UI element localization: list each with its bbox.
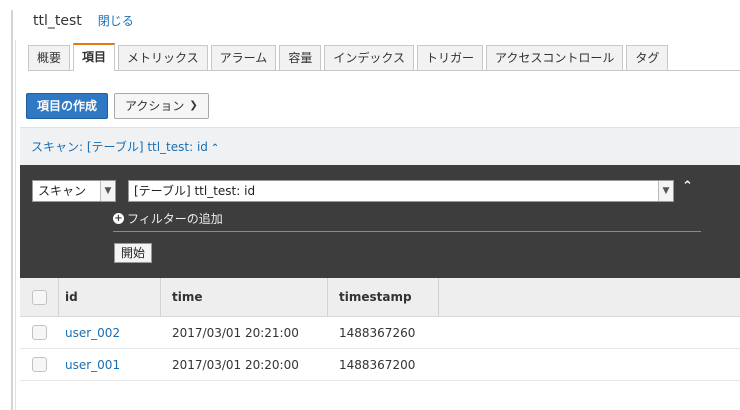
scan-header: スキャン: [テーブル] ttl_test: id ⌃ bbox=[20, 127, 740, 165]
plus-circle-icon: + bbox=[113, 213, 124, 224]
scan-target-select[interactable]: [テーブル] ttl_test: id ▼ bbox=[128, 180, 674, 202]
tab-overview[interactable]: 概要 bbox=[28, 45, 71, 71]
scan-toggle-label: スキャン: [テーブル] ttl_test: id bbox=[31, 140, 208, 154]
table-header: id time timestamp bbox=[20, 278, 740, 317]
column-header-id[interactable]: id bbox=[65, 290, 78, 304]
chevron-down-icon: ❯ bbox=[189, 100, 198, 111]
tab-capacity[interactable]: 容量 bbox=[279, 45, 322, 71]
toolbar: 項目の作成 アクション ❯ bbox=[26, 93, 209, 119]
actions-button[interactable]: アクション ❯ bbox=[114, 93, 209, 119]
item-timestamp: 1488367200 bbox=[339, 357, 416, 372]
column-divider bbox=[438, 278, 439, 317]
dropdown-arrow-icon: ▼ bbox=[658, 181, 673, 201]
dropdown-arrow-icon: ▼ bbox=[100, 181, 115, 201]
table-title: ttl_test bbox=[33, 13, 82, 29]
row-checkbox[interactable] bbox=[32, 325, 47, 340]
tab-indexes[interactable]: インデックス bbox=[324, 45, 414, 71]
item-id-link[interactable]: user_002 bbox=[65, 326, 120, 340]
scan-panel: スキャン ▼ [テーブル] ttl_test: id ▼ ⌃ + フィルターの追… bbox=[20, 165, 740, 278]
tab-triggers[interactable]: トリガー bbox=[416, 45, 483, 71]
select-all-checkbox[interactable] bbox=[32, 290, 47, 305]
scan-target-value: [テーブル] ttl_test: id bbox=[134, 184, 256, 198]
column-divider bbox=[58, 278, 59, 317]
tab-tags[interactable]: タグ bbox=[626, 45, 669, 71]
row-checkbox[interactable] bbox=[32, 357, 47, 372]
column-divider bbox=[160, 278, 161, 317]
scan-mode-value: スキャン bbox=[38, 184, 87, 198]
tabs-divider bbox=[28, 70, 740, 71]
close-link[interactable]: 閉じる bbox=[98, 12, 134, 29]
column-divider bbox=[327, 278, 328, 317]
create-item-button[interactable]: 項目の作成 bbox=[26, 93, 109, 119]
tab-bar: 概要 項目 メトリックス アラーム 容量 インデックス トリガー アクセスコント… bbox=[28, 43, 671, 71]
items-table: id time timestamp user_002 2017/03/01 20… bbox=[20, 278, 740, 381]
panel-divider bbox=[113, 231, 701, 232]
add-filter-link[interactable]: + フィルターの追加 bbox=[113, 210, 223, 227]
tab-alarms[interactable]: アラーム bbox=[210, 45, 277, 71]
title-row: ttl_test 閉じる bbox=[33, 12, 134, 32]
start-scan-button[interactable]: 開始 bbox=[114, 243, 153, 263]
column-header-time[interactable]: time bbox=[172, 290, 203, 304]
tab-access-control[interactable]: アクセスコントロール bbox=[485, 45, 624, 71]
scan-mode-select[interactable]: スキャン ▼ bbox=[32, 180, 116, 202]
dynamodb-items-page: ttl_test 閉じる 概要 項目 メトリックス アラーム 容量 インデックス… bbox=[0, 0, 740, 410]
left-inner-border bbox=[15, 40, 16, 410]
left-border bbox=[11, 10, 13, 410]
item-id-link[interactable]: user_001 bbox=[65, 358, 120, 372]
item-time: 2017/03/01 20:20:00 bbox=[172, 357, 299, 372]
tab-metrics[interactable]: メトリックス bbox=[118, 45, 208, 71]
table-row[interactable]: user_002 2017/03/01 20:21:00 1488367260 bbox=[20, 317, 740, 349]
collapse-panel-icon[interactable]: ⌃ bbox=[682, 179, 693, 194]
chevron-up-icon: ⌃ bbox=[210, 143, 220, 154]
column-header-timestamp[interactable]: timestamp bbox=[339, 290, 412, 304]
scan-toggle[interactable]: スキャン: [テーブル] ttl_test: id ⌃ bbox=[31, 138, 219, 155]
item-time: 2017/03/01 20:21:00 bbox=[172, 325, 299, 340]
tab-items[interactable]: 項目 bbox=[73, 43, 116, 71]
actions-label: アクション bbox=[125, 99, 185, 113]
add-filter-label: フィルターの追加 bbox=[127, 212, 223, 226]
item-timestamp: 1488367260 bbox=[339, 325, 416, 340]
table-row[interactable]: user_001 2017/03/01 20:20:00 1488367200 bbox=[20, 349, 740, 381]
